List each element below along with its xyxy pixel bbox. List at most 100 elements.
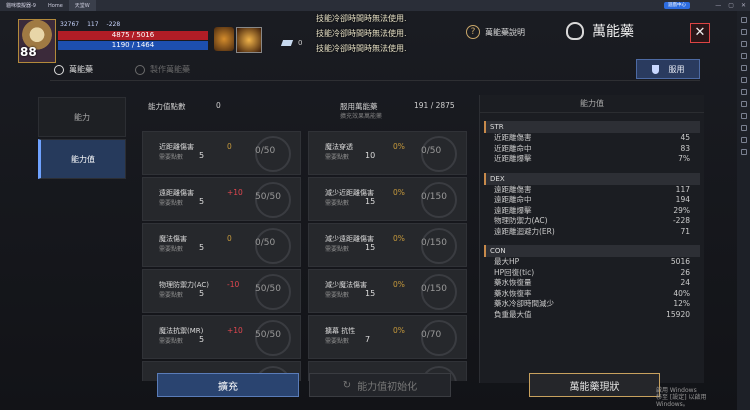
elixir-help-button[interactable]: ? 萬能藥說明 (466, 25, 525, 39)
card-ratio: 0/70 (421, 330, 442, 340)
stat-value: 45 (680, 133, 690, 142)
stat-name: 最大HP (494, 257, 520, 266)
watermark-line-1: 啟用 Windows (656, 387, 697, 394)
minimize-icon[interactable]: — (715, 2, 721, 9)
potion-buff-icon[interactable] (214, 27, 234, 51)
hud-stat-c: -228 (106, 21, 121, 28)
expand-button[interactable]: 擴充 (157, 373, 299, 397)
hp-bar: 4875 / 5016 (58, 31, 208, 40)
stat-row: 藥水恢復量 24 (484, 278, 700, 289)
card-name: 減少魔法傷害 (325, 281, 367, 289)
stat-card[interactable]: 近距離傷害 需要點數 5 0 0/50 (142, 131, 301, 175)
card-name: 魔法抗禦(MR) (159, 327, 204, 335)
emulator-tab-app[interactable]: 貓咪模擬器-9 (0, 0, 42, 11)
stat-name: 近距離傷害 (494, 133, 532, 142)
stat-card[interactable]: 魔法抗禦(MR) 需要點數 5 +10 50/50 (142, 315, 301, 359)
stat-card[interactable]: 減少遠距離傷害 需要點數 15 0% 0/150 (308, 223, 467, 267)
stat-value: 194 (675, 195, 690, 204)
hud-stat-b: 117 (87, 21, 99, 28)
craft-icon (135, 64, 145, 75)
stat-card[interactable]: 減少近距離傷害 需要點數 15 0% 0/150 (308, 177, 467, 221)
record-icon[interactable] (740, 53, 747, 59)
stat-value: 7% (678, 154, 690, 163)
side-item-stats[interactable]: 能力值 (38, 139, 126, 179)
emulator-tab-home[interactable]: Home (42, 0, 69, 11)
stat-value: -228 (672, 216, 690, 225)
stat-name: 遠距離爆擊 (494, 205, 532, 215)
card-delta: 0% (393, 326, 405, 335)
card-ratio: 50/50 (255, 192, 281, 202)
card-ratio: 50/50 (255, 330, 281, 340)
stat-row: 近距離傷害 45 (484, 133, 700, 144)
card-name: 魔法傷害 (159, 235, 187, 243)
card-cost-value: 5 (199, 197, 205, 206)
settings-icon[interactable] (740, 77, 747, 83)
keyboard-icon[interactable] (740, 17, 747, 23)
fullscreen-icon[interactable] (740, 89, 747, 95)
card-cost-value: 5 (199, 243, 205, 252)
card-delta: +10 (227, 326, 243, 335)
card-cost-value: 10 (365, 151, 376, 160)
stat-value: 83 (680, 143, 690, 153)
stat-row: HP回復(tic) 26 (484, 268, 700, 279)
card-ratio: 0/50 (421, 146, 442, 156)
card-name: 擴幕 抗性 (325, 327, 356, 335)
page-title: 萬能藥 (592, 24, 634, 40)
reset-label: 能力值初始化 (357, 381, 418, 393)
stat-value: 26 (680, 267, 690, 277)
mp-bar: 1190 / 1464 (58, 41, 208, 50)
card-cost-value: 15 (365, 197, 376, 206)
location-icon[interactable] (740, 137, 747, 143)
reset-stats-button[interactable]: ↻ 能力值初始化 (309, 373, 451, 397)
emulator-tab-game[interactable]: 天堂W (68, 0, 96, 11)
stats-panel: 能力值 STR 近距離傷害 45 近距離命中 83 近距離爆擊 7% DEX 遠距離傷害 117 遠… (479, 95, 704, 383)
skill-buff-icon[interactable] (236, 27, 262, 53)
stat-card[interactable]: 擴幕 抗性 需要點數 7 0% 0/70 (308, 315, 467, 359)
player-level: 88 (20, 45, 37, 59)
rotate-icon[interactable] (740, 113, 747, 119)
elixir-status-button[interactable]: 萬能藥現狀 (529, 373, 660, 397)
maximize-icon[interactable]: ▢ (728, 2, 734, 9)
stat-row: 遠距離迴避力(ER) 71 (484, 227, 700, 238)
tab-elixir[interactable]: 萬能藥 (50, 61, 97, 78)
hud-stat-a: 32767 (60, 21, 80, 28)
stat-card[interactable]: 減少魔法傷害 需要點數 15 0% 0/150 (308, 269, 467, 313)
card-cost-label: 需要點數 (325, 292, 350, 299)
window-title: 萬能藥 (566, 21, 634, 41)
screenshot-icon[interactable] (740, 29, 747, 35)
stat-card[interactable]: 遠距離傷害 需要點數 5 +10 50/50 (142, 177, 301, 221)
stat-value: 117 (675, 184, 690, 194)
take-elixir-button[interactable]: 服用 (636, 59, 700, 79)
system-message: 技能冷卻時間時無法使用. (316, 14, 407, 23)
card-cost-label: 需要點數 (325, 154, 350, 161)
more-icon[interactable] (740, 149, 747, 155)
card-cost-label: 需要點數 (159, 292, 184, 299)
card-ratio: 0/150 (421, 238, 447, 248)
stat-card[interactable]: 魔法穿透需要點數 10 0% 0/50 (308, 131, 467, 175)
card-delta: -10 (227, 280, 240, 289)
card-name: 魔法穿透 (325, 143, 353, 151)
game-center-badge[interactable]: 遊戲中心 (664, 2, 690, 9)
question-icon: ? (466, 25, 480, 39)
tab-craft-elixir[interactable]: 製作萬能藥 (131, 61, 194, 78)
stat-row: 遠距離傷害 117 (484, 185, 700, 196)
card-ratio: 0/150 (421, 284, 447, 294)
side-item-ability[interactable]: 能力 (38, 97, 126, 137)
shake-icon[interactable] (740, 125, 747, 131)
volume-icon[interactable] (740, 41, 747, 47)
close-window-icon[interactable]: ✕ (741, 2, 746, 9)
card-ratio: 0/50 (255, 238, 276, 248)
stat-card[interactable]: 魔法傷害 需要點數 5 0 0/50 (142, 223, 301, 267)
card-cost-value: 5 (199, 335, 205, 344)
card-delta: 0% (393, 142, 405, 151)
take-label: 服用 (668, 64, 685, 74)
stat-card[interactable]: 物理防禦力(AC) 需要點數 5 -10 50/50 (142, 269, 301, 313)
multi-instance-icon[interactable] (740, 101, 747, 107)
stat-name: 物理防禦力(AC) (494, 216, 548, 225)
used-value: 191 / 2875 (414, 101, 455, 110)
used-sub: 擴充效果萬能藥 (340, 113, 383, 120)
emulator-titlebar: 貓咪模擬器-9 Home 天堂W 遊戲中心 — ▢ ✕ (0, 0, 750, 11)
close-button[interactable]: ✕ (690, 23, 710, 43)
stat-row: 遠距離命中 194 (484, 195, 700, 206)
folder-icon[interactable] (740, 65, 747, 71)
